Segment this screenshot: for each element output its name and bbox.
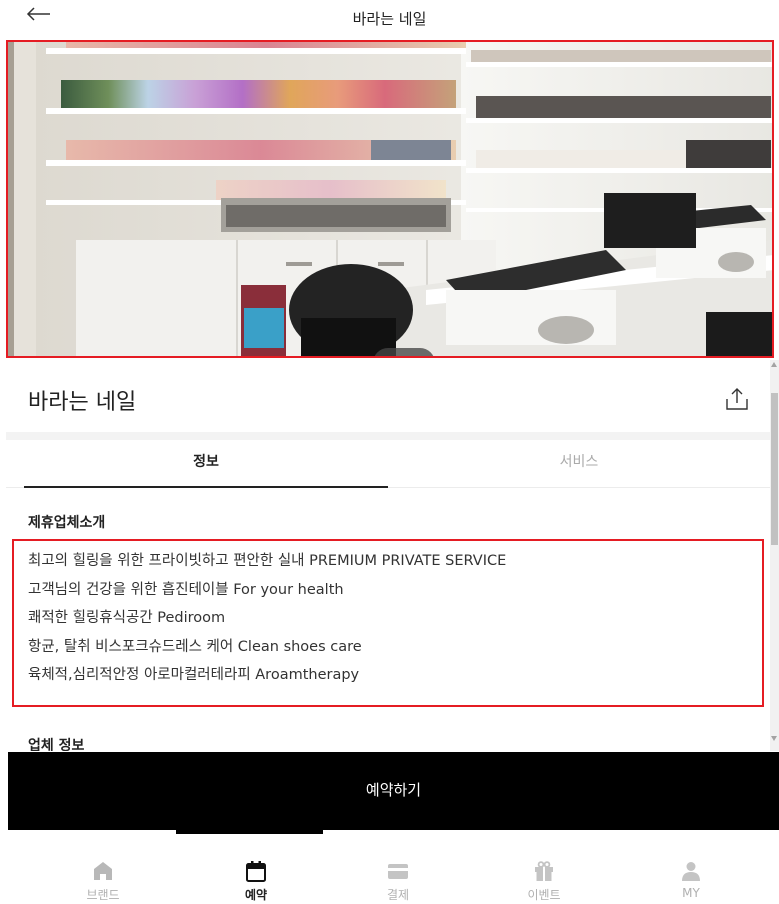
shop-info-section-title: 업체 정보 <box>28 738 85 751</box>
scroll-down-arrow-icon[interactable] <box>771 736 777 741</box>
intro-list: 최고의 힐링을 위한 프라이빗하고 편안한 실내 PREMIUM PRIVATE… <box>12 539 764 707</box>
section-divider <box>6 432 770 440</box>
gift-icon <box>535 861 553 881</box>
list-item: 항균, 탈취 비스포크슈드레스 케어 Clean shoes care <box>28 639 362 655</box>
nav-item-brand[interactable]: 브랜드 <box>43 850 163 904</box>
active-tab-indicator <box>176 830 323 834</box>
page-title: 바라는 네일 <box>352 10 427 28</box>
nav-item-payment[interactable]: 결제 <box>338 850 458 904</box>
nav-label: 예약 <box>244 888 268 902</box>
list-item: 고객님의 건강을 위한 흡진테이블 For your health <box>28 582 344 598</box>
top-bar: 바라는 네일 <box>0 0 779 36</box>
gallery-page-indicator: 1/1 <box>373 348 435 357</box>
nav-item-event[interactable]: 이벤트 <box>484 850 604 904</box>
scroll-thumb[interactable] <box>771 393 778 545</box>
shop-name: 바라는 네일 <box>28 390 137 415</box>
list-item: 쾌적한 힐링휴식공간 Pediroom <box>28 610 226 626</box>
list-item: 최고의 힐링을 위한 프라이빗하고 편안한 실내 PREMIUM PRIVATE… <box>28 553 507 569</box>
scroll-up-arrow-icon[interactable] <box>771 362 777 367</box>
bottom-nav: 브랜드 예약 결제 이벤트 MY <box>0 842 779 904</box>
shop-photo-gallery[interactable]: 1/1 <box>6 40 774 357</box>
card-icon <box>388 864 408 879</box>
share-icon <box>726 388 748 410</box>
intro-section-title: 제휴업체소개 <box>28 515 106 531</box>
reserve-button[interactable]: 예약하기 <box>8 752 779 830</box>
user-icon <box>682 862 700 881</box>
shop-detail-content[interactable]: 바라는 네일 정보 서비스 제휴업체소개 최고의 힐링을 위한 프라이빗하고 편… <box>6 360 770 751</box>
home-icon <box>94 862 112 880</box>
content-scrollbar[interactable] <box>770 360 779 751</box>
calendar-icon <box>246 861 266 882</box>
nav-label: 브랜드 <box>86 888 120 902</box>
tab-info[interactable]: 정보 <box>24 440 388 488</box>
nav-label: 이벤트 <box>527 888 561 902</box>
tab-service[interactable]: 서비스 <box>388 440 770 488</box>
list-item: 육체적,심리적안정 아로마컬러테라피 Aroamtherapy <box>28 667 360 683</box>
nav-item-my[interactable]: MY <box>631 850 751 904</box>
shop-header: 바라는 네일 <box>6 360 770 432</box>
nav-label: MY <box>682 886 700 900</box>
shop-interior-photo <box>6 40 774 357</box>
nav-label: 결제 <box>386 888 410 902</box>
share-button[interactable] <box>724 386 750 412</box>
nav-item-reservation[interactable]: 예약 <box>196 850 316 904</box>
detail-tabs: 정보 서비스 <box>6 440 770 488</box>
